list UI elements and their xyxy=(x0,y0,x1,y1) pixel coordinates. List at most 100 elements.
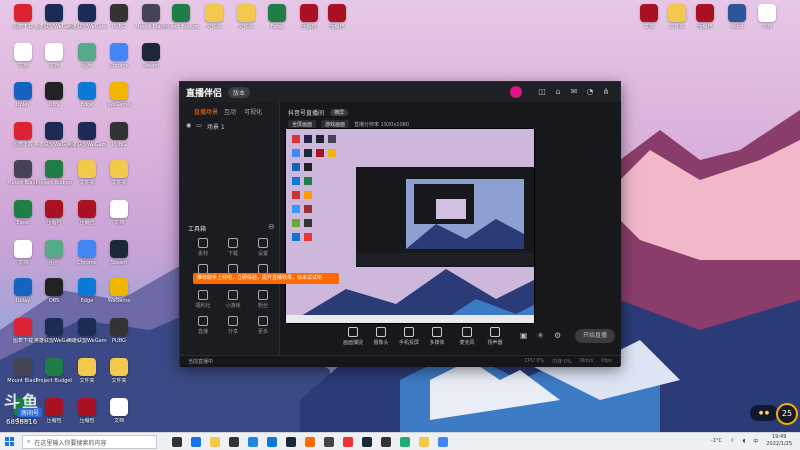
desktop-icon[interactable]: 文件夹 xyxy=(100,358,138,396)
desktop-icon[interactable]: WeGame xyxy=(100,82,138,120)
start-live-button[interactable]: 开始直播 xyxy=(575,329,615,343)
taskbar-app-icon[interactable] xyxy=(438,437,448,447)
taskbar-app-icon[interactable] xyxy=(400,437,410,447)
taskbar-app-icon[interactable] xyxy=(305,437,315,447)
taskbar-app-icon[interactable] xyxy=(343,437,353,447)
icon-app-icon xyxy=(14,240,32,258)
room-pill: 房间号 xyxy=(18,408,43,417)
folder-icon: ▭ xyxy=(196,122,202,129)
desktop-icon-label: PUBG xyxy=(112,142,126,148)
icon-app-icon xyxy=(45,82,63,100)
control-2[interactable]: 摄像头 xyxy=(368,327,394,346)
tool-label: 下载 xyxy=(227,251,238,257)
desktop-icon[interactable]: 文件夹 xyxy=(100,160,138,198)
taskbar-app-icon[interactable] xyxy=(210,437,220,447)
scene-row[interactable]: ◉ ▭ 场景 1 xyxy=(186,122,225,131)
windows-start-icon[interactable] xyxy=(5,437,15,447)
volume-icon[interactable]: ◖ xyxy=(743,438,746,444)
taskbar-app-icon[interactable] xyxy=(229,437,239,447)
toolbox-more-icon[interactable]: ⊖ xyxy=(268,222,275,231)
status-bar: 当前直播中 CPU 0% 内存 0% 0kb/s 0fps xyxy=(180,355,620,367)
perf-stats: CPU 0% 内存 0% 0kb/s 0fps xyxy=(525,358,613,365)
app-logo: 直播伴侣 xyxy=(186,88,223,99)
tab-interact[interactable]: 互动 xyxy=(224,107,236,116)
control-label: 画面捕捉 xyxy=(342,340,363,346)
tab-visual[interactable]: 可视化 xyxy=(244,107,262,116)
icon-app-icon xyxy=(78,398,96,416)
taskbar-app-icon[interactable] xyxy=(419,437,429,447)
desktop-icon[interactable]: PUBG xyxy=(100,122,138,160)
taskbar-app-icon[interactable] xyxy=(362,437,372,447)
camera-icon[interactable]: ▣ xyxy=(520,331,528,340)
eye-icon[interactable]: ◉ xyxy=(186,122,191,131)
desktop-icon[interactable]: Steam xyxy=(132,43,170,81)
bluetooth-icon[interactable]: ✳ xyxy=(537,331,544,340)
tool-label: 小游戏 xyxy=(225,303,241,309)
avatar[interactable] xyxy=(510,86,522,98)
orientation-chip[interactable]: 横屏 xyxy=(330,109,349,116)
control-label: 多媒体 xyxy=(429,340,445,346)
network-icon[interactable]: ⌔ xyxy=(730,438,735,444)
taskbar: ⌕ 在这里输入你要搜索的内容 -1°C ⌔ ◖ 中 19:49 2022/1/2… xyxy=(0,432,800,450)
bell-icon[interactable]: ◔ xyxy=(584,86,596,98)
message-icon[interactable]: ✉ xyxy=(568,86,580,98)
gift-icon[interactable]: ◫ xyxy=(536,86,548,98)
tool-item[interactable]: 更多 xyxy=(248,314,278,340)
desktop-icon[interactable]: WeGame xyxy=(100,278,138,316)
tab-scene[interactable]: 直播场景 xyxy=(194,107,218,116)
icon-app-icon xyxy=(14,82,32,100)
search-placeholder: 在这里输入你要搜索的内容 xyxy=(34,439,107,447)
version-badge[interactable]: 版本 xyxy=(228,86,251,98)
icon-app-icon xyxy=(45,358,63,376)
tool-label: 设置 xyxy=(257,251,268,257)
control-1[interactable]: 画面捕捉 xyxy=(340,327,366,346)
titlebar: 直播伴侣 版本 ◫ ⌂ ✉ ◔ ⋔ xyxy=(180,82,620,102)
taskbar-app-icon[interactable] xyxy=(191,437,201,447)
weather-temp[interactable]: -1°C xyxy=(711,438,722,444)
clock[interactable]: 19:49 2022/1/25 xyxy=(766,434,792,448)
search-box[interactable]: ⌕ 在这里输入你要搜索的内容 xyxy=(22,435,157,449)
tool-item[interactable]: 分享 xyxy=(218,314,248,340)
icon-app-icon xyxy=(78,278,96,296)
ime-icon[interactable]: 中 xyxy=(753,438,758,445)
stream-preview[interactable] xyxy=(285,128,535,324)
control-4[interactable]: 多媒体 xyxy=(424,327,450,346)
icon-app-icon xyxy=(45,160,63,178)
tool-item[interactable]: 素材 xyxy=(188,236,218,262)
tool-item[interactable]: 粉丝 xyxy=(248,288,278,314)
settings-icon[interactable]: ⚙ xyxy=(554,331,561,340)
icon-app-icon xyxy=(110,318,128,336)
lock-icon[interactable]: ⌂ xyxy=(552,86,564,98)
taskbar-app-icon[interactable] xyxy=(324,437,334,447)
taskbar-app-icon[interactable] xyxy=(381,437,391,447)
icon-app-icon xyxy=(110,43,128,61)
desktop-icon[interactable]: 文档 xyxy=(748,4,786,42)
control-5[interactable]: 麦克风 xyxy=(454,327,480,346)
desktop-icon[interactable]: 压缩包 xyxy=(318,4,356,42)
tool-item[interactable]: 设置 xyxy=(248,236,278,262)
control-3[interactable]: 手机投屏 xyxy=(396,327,422,346)
icon-app-icon xyxy=(237,4,255,22)
taskbar-app-icon[interactable] xyxy=(286,437,296,447)
tool-label: 粉丝 xyxy=(257,303,268,309)
desktop-icon[interactable]: Steam xyxy=(100,240,138,278)
desktop-icon[interactable]: 文档 xyxy=(100,200,138,238)
share-icon[interactable]: ⋔ xyxy=(600,86,612,98)
tool-item[interactable]: 直播 xyxy=(188,314,218,340)
desktop-icon[interactable]: PUBG xyxy=(100,318,138,356)
tool-icon xyxy=(198,238,208,248)
control-icon xyxy=(490,327,500,337)
room-number: 6898816 xyxy=(6,418,38,426)
tool-item[interactable]: 小游戏 xyxy=(218,288,248,314)
taskbar-app-icon[interactable] xyxy=(172,437,182,447)
taskbar-app-icon[interactable] xyxy=(267,437,277,447)
tool-item[interactable]: 下载 xyxy=(218,236,248,262)
desktop-icon-label: 文档 xyxy=(113,418,124,424)
tool-label: 福利社 xyxy=(195,303,211,309)
tool-label: 更多 xyxy=(257,329,268,335)
control-6[interactable]: 扬声器 xyxy=(482,327,508,346)
taskbar-app-icon[interactable] xyxy=(248,437,258,447)
tip-toast[interactable]: 推荐助手上线啦，立即体验，提升直播效果，快来试试吧 xyxy=(193,273,339,284)
desktop-icon[interactable]: 文档 xyxy=(100,398,138,436)
tool-item[interactable]: 福利社 xyxy=(188,288,218,314)
